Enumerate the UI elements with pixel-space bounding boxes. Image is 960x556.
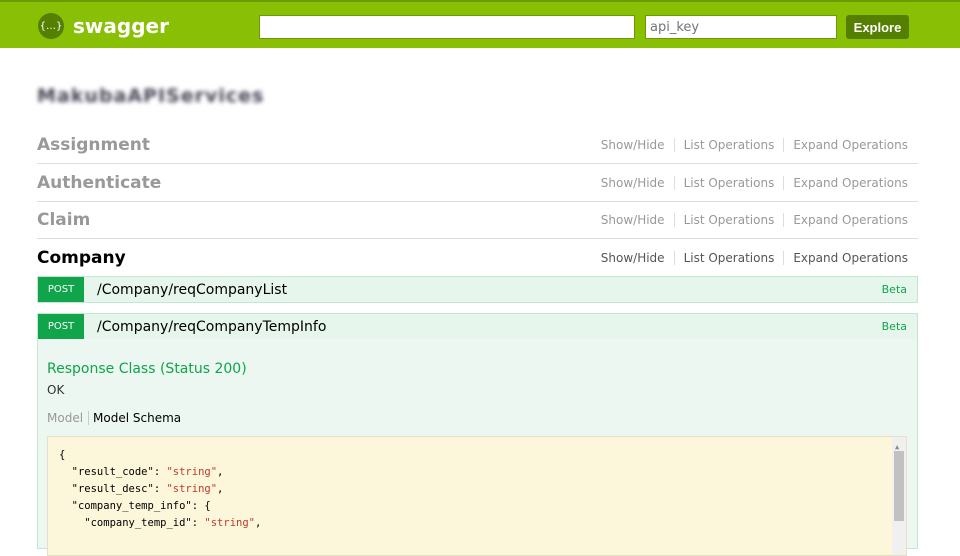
resource-assignment: Assignment Show/Hide List Operations Expan… bbox=[37, 126, 918, 164]
response-class-heading: Response Class (Status 200) bbox=[47, 361, 247, 377]
url-input[interactable] bbox=[259, 15, 635, 39]
resource-claim: Claim Show/Hide List Operations Expand Ope… bbox=[37, 201, 918, 239]
top-bar: {…} swagger Explore bbox=[0, 0, 960, 48]
operation-tag: Beta bbox=[881, 283, 907, 296]
code-scrollbar[interactable]: ▲ bbox=[892, 437, 906, 555]
code-key: "result_desc": bbox=[59, 483, 167, 495]
show-hide-link[interactable]: Show/Hide bbox=[592, 251, 675, 265]
show-hide-link[interactable]: Show/Hide bbox=[592, 137, 675, 152]
operation-details: Response Class (Status 200) OK Model Mod… bbox=[37, 339, 918, 556]
code-key: "result_code": bbox=[59, 466, 167, 478]
list-operations-link[interactable]: List Operations bbox=[675, 212, 785, 227]
swagger-logo[interactable]: {…} swagger bbox=[38, 13, 169, 39]
resource-name[interactable]: Assignment bbox=[37, 135, 150, 155]
list-operations-link[interactable]: List Operations bbox=[675, 251, 785, 265]
code-value: "string" bbox=[204, 517, 255, 529]
code-value: "string" bbox=[166, 483, 218, 495]
expand-operations-link[interactable]: Expand Operations bbox=[784, 138, 918, 152]
api-title: MakubaAPIServices bbox=[37, 85, 265, 107]
code-key: "company_temp_info": { bbox=[59, 500, 211, 512]
api-key-input[interactable] bbox=[645, 15, 837, 39]
resource-name[interactable]: Claim bbox=[37, 210, 90, 230]
operation-req-company-list[interactable]: POST /Company/reqCompanyList Beta bbox=[37, 276, 918, 303]
operation-req-company-temp-info[interactable]: POST /Company/reqCompanyTempInfo Beta bbox=[37, 313, 918, 340]
braces-icon: {…} bbox=[38, 13, 64, 39]
code-value: "string" bbox=[166, 466, 218, 478]
list-operations-link[interactable]: List Operations bbox=[675, 137, 785, 152]
scrollbar-thumb[interactable] bbox=[894, 451, 904, 521]
show-hide-link[interactable]: Show/Hide bbox=[592, 175, 675, 190]
logo-text: swagger bbox=[73, 14, 169, 38]
response-status: OK bbox=[47, 383, 65, 397]
resource-name[interactable]: Company bbox=[37, 248, 126, 268]
method-badge: POST bbox=[38, 277, 84, 302]
explore-button[interactable]: Explore bbox=[846, 15, 909, 39]
method-badge: POST bbox=[38, 314, 84, 339]
operation-path[interactable]: /Company/reqCompanyTempInfo bbox=[97, 319, 882, 335]
resource-company: Company Show/Hide List Operations Expand O… bbox=[37, 239, 918, 277]
tab-model-schema[interactable]: Model Schema bbox=[89, 411, 186, 425]
operation-tag: Beta bbox=[881, 320, 907, 333]
code-key: "company_temp_id": bbox=[59, 517, 205, 529]
code-line: { bbox=[59, 449, 66, 461]
expand-operations-link[interactable]: Expand Operations bbox=[784, 251, 918, 265]
tab-model[interactable]: Model bbox=[47, 411, 90, 425]
expand-operations-link[interactable]: Expand Operations bbox=[784, 176, 918, 190]
model-schema-code[interactable]: { "result_code": "string", "result_desc"… bbox=[47, 436, 907, 556]
show-hide-link[interactable]: Show/Hide bbox=[592, 212, 675, 227]
list-operations-link[interactable]: List Operations bbox=[675, 175, 785, 190]
resource-name[interactable]: Authenticate bbox=[37, 173, 161, 193]
operation-path[interactable]: /Company/reqCompanyList bbox=[97, 282, 882, 298]
resource-authenticate: Authenticate Show/Hide List Operations Exp… bbox=[37, 164, 918, 202]
expand-operations-link[interactable]: Expand Operations bbox=[784, 213, 918, 227]
